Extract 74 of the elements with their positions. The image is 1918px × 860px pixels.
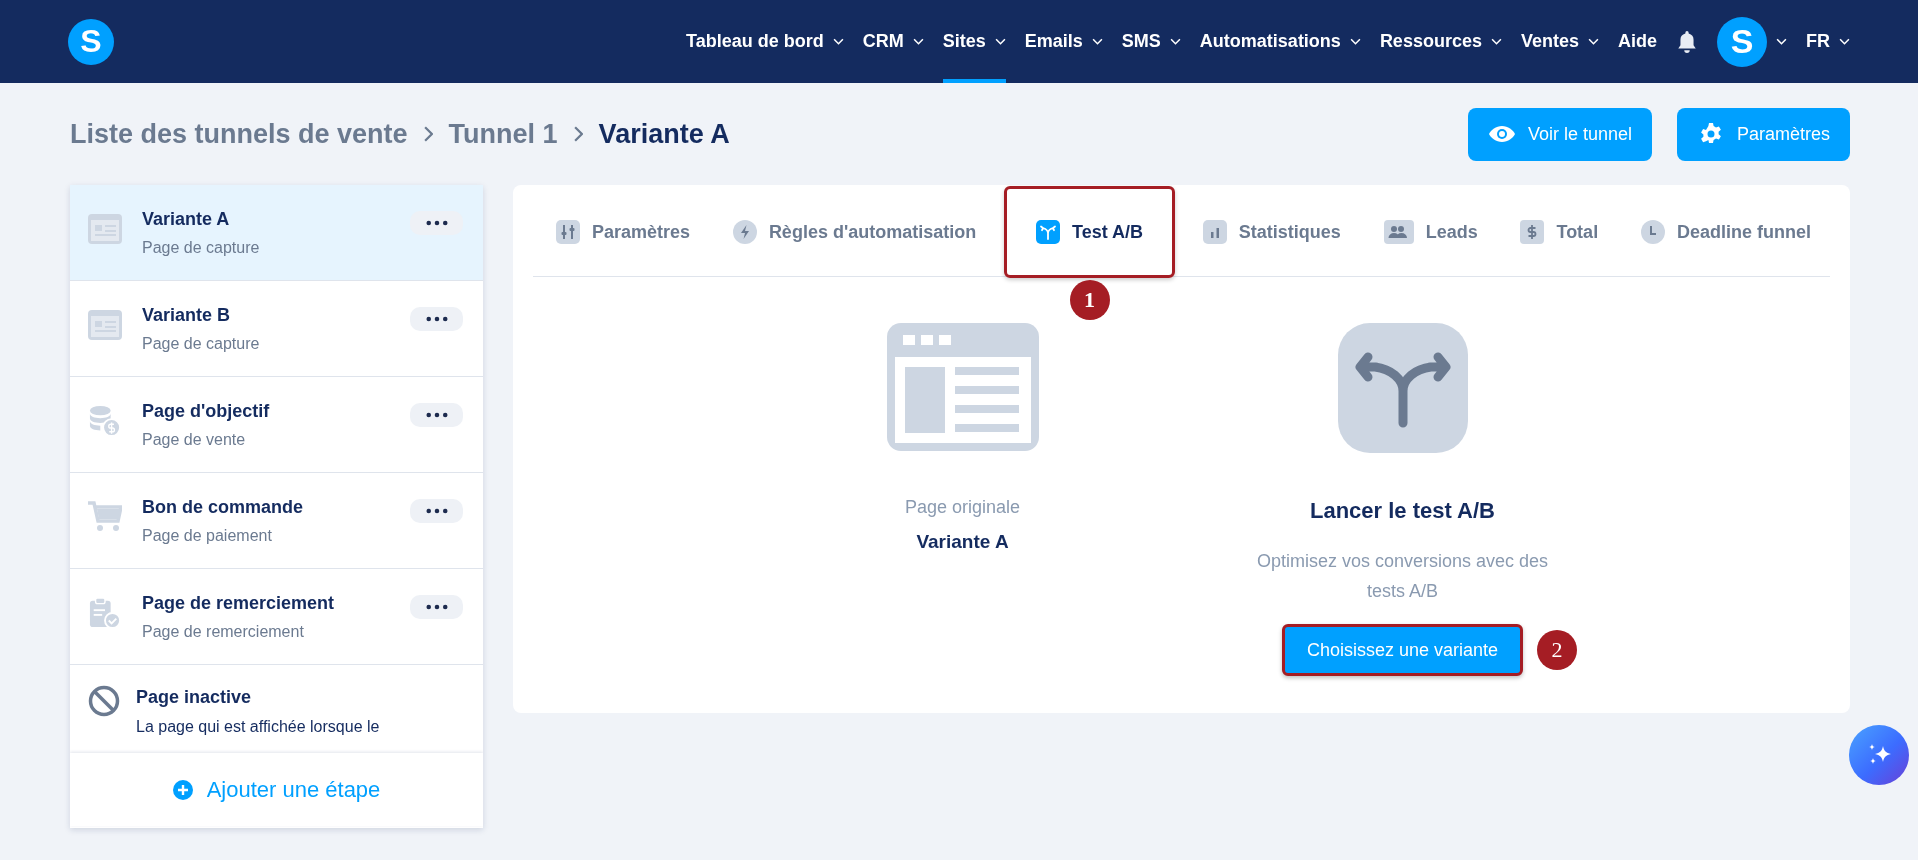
page-layout-icon [886, 323, 1039, 451]
tab[interactable]: Règles d'automatisation [717, 186, 992, 278]
split-arrows-icon [1337, 323, 1468, 453]
tab[interactable]: Statistiques [1187, 186, 1356, 278]
nav-menu-item[interactable]: Tableau de bord [686, 0, 844, 83]
step-title: Page d'objectif [142, 400, 271, 422]
clipboard-check-icon [88, 597, 122, 629]
nav-menu-item[interactable]: Ventes [1520, 0, 1599, 83]
caret-icon [1776, 38, 1787, 45]
tab[interactable]: Paramètres [541, 186, 706, 278]
step-title: Variante A [142, 208, 231, 230]
split-arrows-icon [1036, 220, 1060, 244]
nav-menu-item[interactable]: SMS [1121, 0, 1181, 83]
nav-menu-item[interactable]: Sites [942, 0, 1006, 83]
more-options-button[interactable] [410, 307, 463, 331]
more-icon [425, 604, 448, 610]
original-page-label: Page originale [904, 497, 1021, 518]
chevron-icon [423, 126, 433, 142]
funnel-step[interactable]: Variante A Page de capture [70, 185, 483, 281]
more-icon [425, 508, 448, 514]
form-page-icon [88, 213, 122, 245]
nav-menu-item[interactable]: CRM [862, 0, 924, 83]
nav-menu-item[interactable]: Ressources [1379, 0, 1502, 83]
add-icon [172, 779, 193, 800]
funnel-step[interactable]: Variante B Page de capture [70, 281, 483, 377]
step-title: Bon de commande [142, 496, 305, 518]
step-title: Page inactive [136, 687, 253, 708]
step-title: Page de remerciement [142, 592, 336, 614]
tab[interactable]: Total [1505, 186, 1614, 278]
step-type: Page de vente [142, 430, 247, 449]
cart-icon [88, 501, 122, 533]
lightning-icon [732, 220, 757, 244]
more-options-button[interactable] [410, 595, 463, 619]
page-title: Variante A [598, 118, 730, 150]
more-icon [425, 316, 448, 322]
caret-icon [1839, 38, 1850, 45]
tab[interactable]: Leads [1368, 186, 1493, 278]
nav-menu-item[interactable]: Automatisations [1199, 0, 1361, 83]
ab-test-description: Optimisez vos conversions avec des tests A/B [1255, 550, 1550, 603]
ab-test-title: Lancer le test A/B [1310, 498, 1495, 524]
disabled-icon [88, 685, 120, 717]
form-page-icon [88, 309, 122, 341]
bar-chart-icon [1202, 220, 1227, 244]
dollar-icon [1520, 220, 1545, 244]
ai-assistant-button[interactable] [1849, 725, 1909, 785]
sliders-icon [556, 220, 580, 244]
step-type: Page de paiement [142, 526, 273, 545]
step-marker: 1 [1069, 280, 1110, 320]
more-options-button[interactable] [410, 499, 463, 523]
more-options-button[interactable] [410, 403, 463, 427]
nav-menu-item[interactable]: Aide [1618, 0, 1657, 83]
step-title: Variante B [142, 304, 232, 326]
original-page-name: Variante A [916, 531, 1009, 553]
clock-icon [1640, 220, 1665, 244]
step-type: Page de capture [142, 238, 261, 257]
coins-icon [88, 405, 122, 437]
more-options-button[interactable] [410, 211, 463, 235]
language-menu[interactable]: FR [1806, 0, 1850, 83]
breadcrumb-link[interactable]: Liste des tunnels de vente [70, 118, 408, 150]
funnel-step[interactable]: Bon de commande Page de paiement [70, 473, 483, 569]
more-icon [425, 220, 448, 226]
funnel-step[interactable]: Page d'objectif Page de vente [70, 377, 483, 473]
more-icon [425, 412, 448, 418]
step-description: La page qui est affichée lorsque le [136, 717, 381, 737]
tab[interactable]: Deadline funnel [1625, 186, 1826, 278]
people-icon [1383, 220, 1414, 244]
step-type: Page de capture [142, 334, 261, 353]
chevron-icon [573, 126, 583, 142]
nav-menu-item[interactable]: Emails [1024, 0, 1103, 83]
step-marker: 2 [1537, 630, 1578, 670]
breadcrumb-link[interactable]: Tunnel 1 [448, 118, 558, 150]
bell-icon[interactable] [1676, 29, 1698, 54]
step-type: Page de remerciement [142, 622, 305, 641]
funnel-step[interactable]: Page de remerciement Page de remerciement [70, 569, 483, 665]
